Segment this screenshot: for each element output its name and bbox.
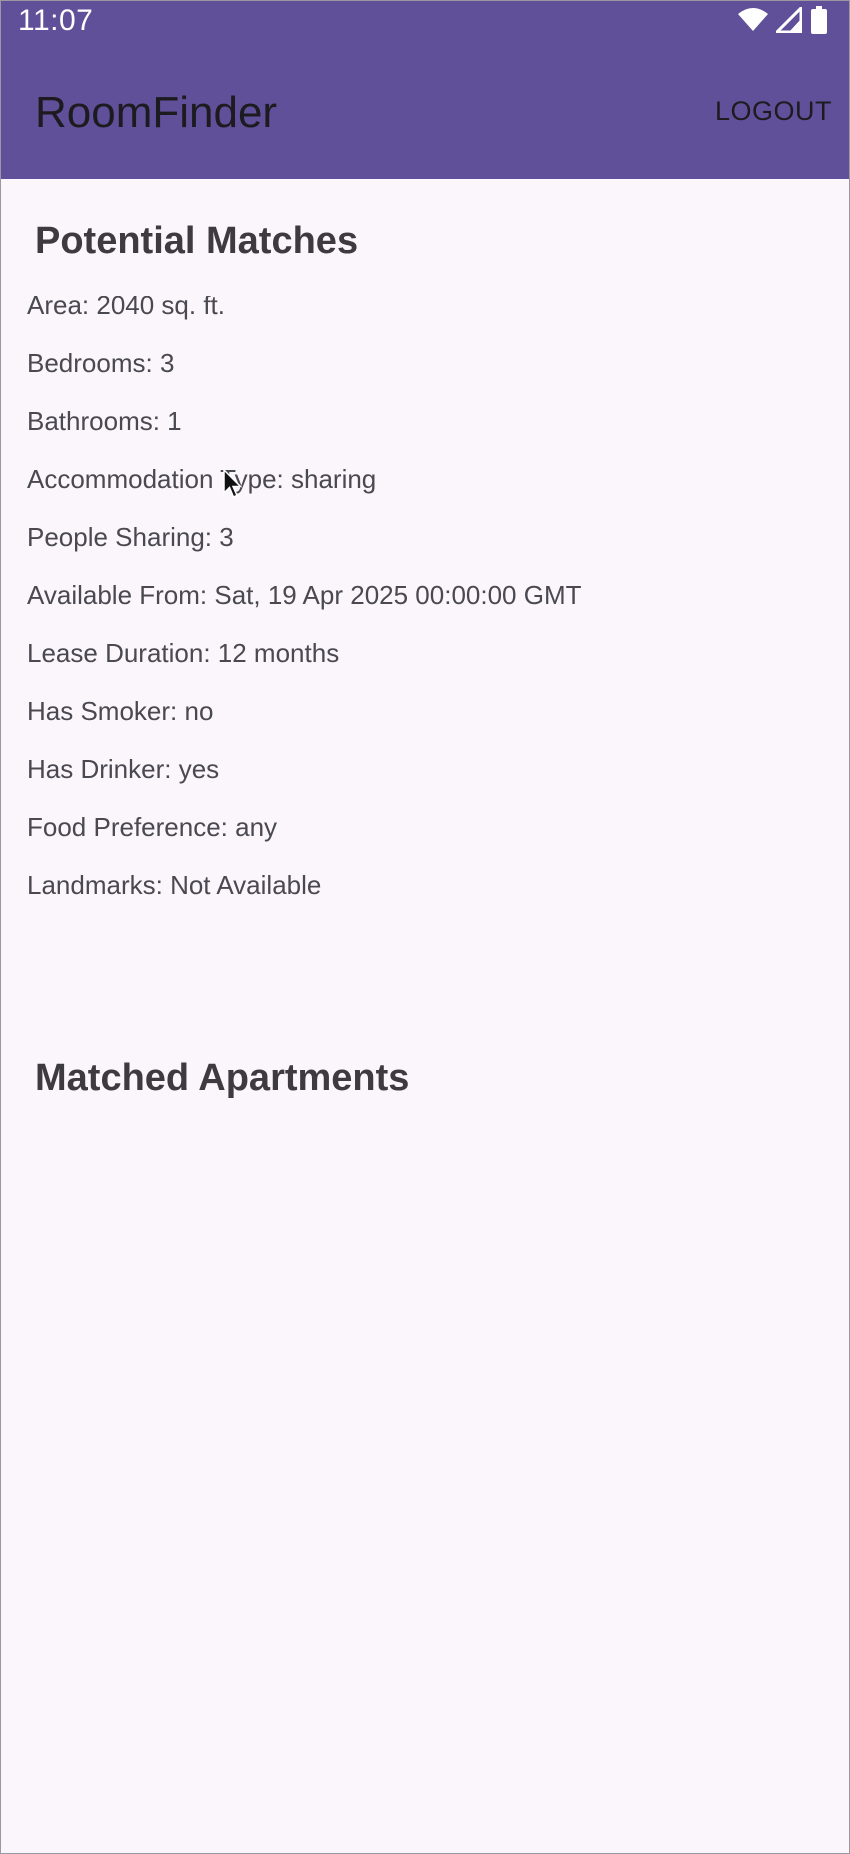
logout-button[interactable]: LOGOUT bbox=[715, 96, 832, 127]
detail-list: Area: 2040 sq. ft. Bedrooms: 3 Bathrooms… bbox=[27, 296, 582, 916]
status-icons bbox=[738, 3, 828, 39]
detail-area: Area: 2040 sq. ft. bbox=[27, 296, 226, 320]
detail-food-preference: Food Preference: any bbox=[27, 812, 278, 842]
matched-apartments-title: Matched Apartments bbox=[35, 1057, 410, 1099]
mouse-pointer-icon bbox=[222, 468, 244, 500]
app-title: RoomFinder bbox=[35, 88, 278, 137]
detail-accommodation-type: Accommodation Type: sharing bbox=[27, 464, 377, 494]
detail-bedrooms: Bedrooms: 3 bbox=[27, 348, 175, 378]
detail-people-sharing: People Sharing: 3 bbox=[27, 522, 234, 552]
status-time: 11:07 bbox=[18, 4, 94, 37]
screen-border bbox=[0, 0, 850, 1854]
detail-available-from: Available From: Sat, 19 Apr 2025 00:00:0… bbox=[27, 580, 582, 610]
battery-icon bbox=[810, 5, 828, 39]
detail-has-smoker: Has Smoker: no bbox=[27, 696, 214, 726]
potential-match-details[interactable]: Area: 2040 sq. ft. Bedrooms: 3 Bathrooms… bbox=[0, 296, 850, 916]
potential-matches-title: Potential Matches bbox=[35, 220, 359, 262]
wifi-icon bbox=[738, 7, 768, 37]
screen: 11:07 RoomFinder LOGOUT Potential Matche… bbox=[0, 0, 850, 1854]
detail-bathrooms: Bathrooms: 1 bbox=[27, 406, 182, 436]
app-bar: 11:07 RoomFinder LOGOUT bbox=[0, 0, 850, 179]
detail-landmarks: Landmarks: Not Available bbox=[27, 870, 322, 900]
detail-lease-duration: Lease Duration: 12 months bbox=[27, 638, 340, 668]
cellular-signal-icon bbox=[773, 3, 803, 38]
detail-has-drinker: Has Drinker: yes bbox=[27, 754, 220, 784]
